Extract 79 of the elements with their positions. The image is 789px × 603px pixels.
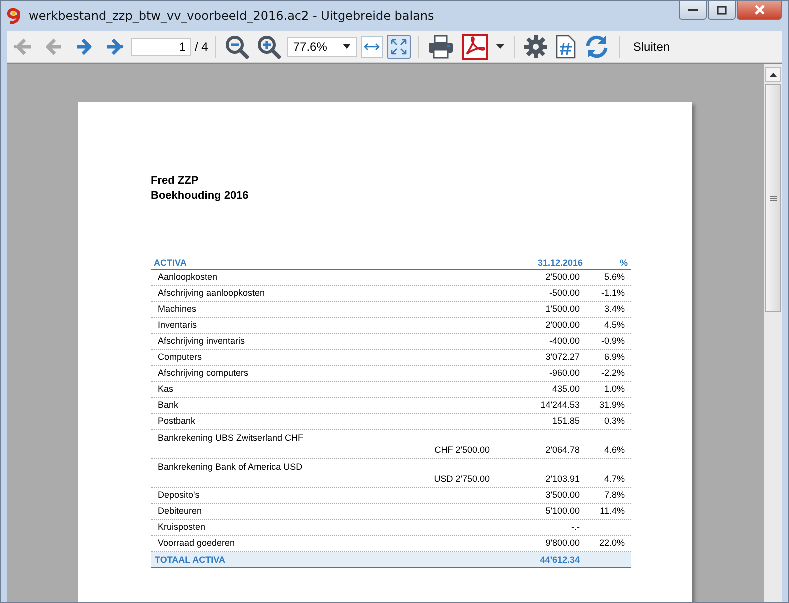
percentage: 4.5% bbox=[603, 320, 625, 331]
amount: 5'100.00 bbox=[544, 506, 580, 517]
fit-width-button[interactable] bbox=[361, 36, 384, 58]
percentage: 22.0% bbox=[598, 538, 625, 549]
amount: 2'103.91 bbox=[544, 473, 580, 485]
amount: 9'800.00 bbox=[544, 538, 580, 549]
caret-button[interactable] bbox=[494, 42, 508, 52]
maximize-icon bbox=[717, 6, 727, 14]
percentage: 31.9% bbox=[598, 400, 625, 411]
fit-width-icon bbox=[364, 42, 380, 52]
amount: 1'500.00 bbox=[544, 304, 580, 315]
zoom-dropdown[interactable]: 77.6% bbox=[287, 36, 358, 56]
app-logo-icon bbox=[7, 7, 23, 25]
account-name: Voorraad goederen bbox=[158, 538, 236, 549]
account-name: Deposito's bbox=[158, 490, 201, 501]
column-header: % bbox=[618, 258, 628, 268]
account-name: Afschrijving inventaris bbox=[158, 336, 246, 347]
amount: 3'500.00 bbox=[544, 490, 580, 501]
maximize-button[interactable] bbox=[708, 1, 736, 20]
page-number-field[interactable]: 1 bbox=[131, 38, 191, 56]
page-count: / 4 bbox=[195, 40, 208, 54]
account-name: Afschrijving computers bbox=[158, 368, 250, 379]
account-name: Postbank bbox=[158, 416, 197, 427]
close-report-button[interactable]: Sluiten bbox=[627, 38, 676, 56]
account-name: Kas bbox=[158, 384, 175, 395]
company-name: Fred ZZP bbox=[151, 174, 200, 189]
column-header: 31.12.2016 bbox=[536, 258, 583, 268]
minimize-icon bbox=[688, 8, 698, 12]
minimize-button[interactable] bbox=[679, 1, 707, 20]
close-icon bbox=[754, 5, 766, 15]
percentage: -2.2% bbox=[600, 368, 625, 379]
report-subtitle: Boekhouding 2016 bbox=[151, 189, 250, 204]
caret-icon bbox=[343, 44, 352, 49]
percentage: 4.6% bbox=[603, 444, 625, 456]
amount: -960.00 bbox=[548, 368, 580, 379]
vertical-scrollbar[interactable] bbox=[764, 64, 782, 602]
total-label: TOTAAL ACTIVA bbox=[155, 555, 226, 565]
amount: -500.00 bbox=[548, 288, 580, 299]
pdf-button[interactable] bbox=[460, 32, 490, 62]
account-name: Debiteuren bbox=[158, 506, 204, 517]
amount: 14'244.53 bbox=[540, 400, 580, 411]
amount: 2'500.00 bbox=[544, 272, 580, 283]
percentage: 3.4% bbox=[603, 304, 625, 315]
percentage: 0.3% bbox=[603, 416, 625, 427]
grip-icon bbox=[770, 196, 776, 200]
percentage: -0.9% bbox=[600, 336, 625, 347]
hash-document-button[interactable] bbox=[554, 32, 578, 60]
percentage: 4.7% bbox=[603, 473, 625, 485]
amount: 435.00 bbox=[551, 384, 580, 395]
account-name: Kruisposten bbox=[158, 522, 207, 533]
amount: 2'000.00 bbox=[544, 320, 580, 331]
percentage: -1.1% bbox=[600, 288, 625, 299]
amount: -.- bbox=[570, 522, 580, 533]
account-name: Machines bbox=[158, 304, 198, 315]
scroll-up-icon bbox=[770, 72, 776, 76]
account-name: Afschrijving aanloopkosten bbox=[158, 288, 266, 299]
account-name: Inventaris bbox=[158, 320, 198, 331]
window-title: werkbestand_zzp_btw_vv_voorbeeld_2016.ac2 - Uitgebreide balans bbox=[29, 9, 436, 23]
fit-page-button[interactable] bbox=[387, 34, 412, 58]
account-name: Bank bbox=[158, 400, 180, 411]
amount: -400.00 bbox=[548, 336, 580, 347]
foreign-amount: CHF 2'500.00 bbox=[434, 444, 490, 456]
account-name: Bankrekening UBS Zwitserland CHF bbox=[158, 432, 305, 444]
total-amount: 44'612.34 bbox=[539, 555, 580, 565]
account-name: Computers bbox=[158, 352, 204, 363]
column-header: ACTIVA bbox=[154, 258, 188, 268]
close-button[interactable] bbox=[737, 1, 782, 20]
percentage: 5.6% bbox=[603, 272, 625, 283]
percentage: 11.4% bbox=[599, 506, 625, 517]
account-name: Aanloopkosten bbox=[158, 272, 219, 283]
settings-button[interactable] bbox=[522, 32, 550, 60]
amount: 3'072.27 bbox=[544, 352, 580, 363]
percentage: 1.0% bbox=[603, 384, 625, 395]
amount: 2'064.78 bbox=[544, 444, 580, 456]
account-name: Bankrekening Bank of America USD bbox=[158, 461, 304, 473]
percentage: 7.8% bbox=[603, 490, 625, 501]
amount: 151.85 bbox=[551, 416, 580, 427]
percentage: 6.9% bbox=[603, 352, 625, 363]
foreign-amount: USD 2'750.00 bbox=[433, 473, 490, 485]
